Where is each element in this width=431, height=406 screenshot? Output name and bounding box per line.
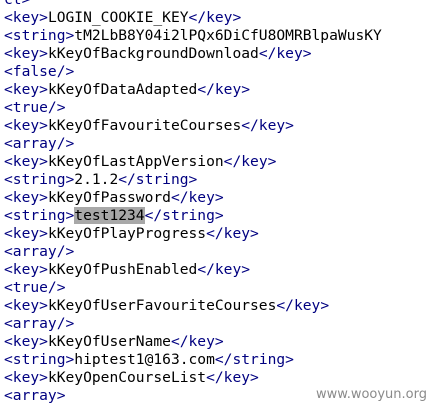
code-line: <key>LOGIN_COOKIE_KEY</key> bbox=[4, 9, 431, 27]
code-line: ct> bbox=[4, 0, 431, 9]
xml-tag: <string> bbox=[4, 351, 75, 368]
xml-text: kKeyOpenCourseList bbox=[47, 369, 207, 386]
code-line: <key>kKeyOfBackgroundDownload</key> bbox=[4, 45, 431, 63]
xml-tag: </key> bbox=[197, 81, 251, 98]
code-line: <array/> bbox=[4, 135, 431, 153]
code-line: <string>tM2LbB8Y04i2lPQx6DiCfU8OMRBlpaWu… bbox=[4, 27, 431, 45]
code-line: <key>kKeyOfUserName</key> bbox=[4, 333, 431, 351]
code-editor[interactable]: ct><key>LOGIN_COOKIE_KEY</key><string>tM… bbox=[0, 0, 431, 406]
xml-text: kKeyOfBackgroundDownload bbox=[47, 45, 259, 62]
xml-tag: <key> bbox=[4, 369, 48, 386]
xml-text: kKeyOfFavouriteCourses bbox=[47, 117, 242, 134]
xml-text: kKeyOfPassword bbox=[47, 189, 171, 206]
xml-tag: </key> bbox=[206, 225, 259, 242]
xml-tag: <array/> bbox=[4, 315, 75, 332]
xml-tag: <array/> bbox=[4, 135, 75, 152]
xml-tag: </key> bbox=[188, 9, 242, 26]
xml-tag: <array> bbox=[4, 387, 66, 404]
xml-tag: <false/> bbox=[4, 63, 75, 80]
xml-text: kKeyOfDataAdapted bbox=[47, 81, 198, 98]
xml-tag: <string> bbox=[4, 27, 75, 44]
xml-tag: </key> bbox=[258, 45, 312, 62]
code-line: <key>kKeyOfFavouriteCourses</key> bbox=[4, 117, 431, 135]
plist-code-view: ct><key>LOGIN_COOKIE_KEY</key><string>tM… bbox=[0, 0, 431, 405]
xml-text: tM2LbB8Y04i2lPQx6DiCfU8OMRBlpaWusKY bbox=[74, 27, 382, 44]
xml-text: kKeyOfLastAppVersion bbox=[47, 153, 224, 170]
xml-tag: <key> bbox=[4, 333, 48, 350]
xml-tag: <key> bbox=[4, 45, 48, 62]
code-line: <key>kKeyOpenCourseList</key> bbox=[4, 369, 431, 387]
code-line: <true/> bbox=[4, 279, 431, 297]
code-line: <string>2.1.2</string> bbox=[4, 171, 431, 189]
xml-tag: </key> bbox=[223, 153, 277, 170]
code-line: <key>kKeyOfDataAdapted</key> bbox=[4, 81, 431, 99]
xml-tag: <true/> bbox=[4, 279, 66, 296]
xml-tag: <key> bbox=[4, 81, 48, 98]
code-line: <true/> bbox=[4, 99, 431, 117]
code-line: <key>kKeyOfLastAppVersion</key> bbox=[4, 153, 431, 171]
xml-tag: </string> bbox=[214, 351, 294, 368]
code-line: <string>test1234</string> bbox=[4, 207, 431, 225]
code-line: <array/> bbox=[4, 315, 431, 333]
xml-text: LOGIN_COOKIE_KEY bbox=[47, 9, 189, 26]
xml-text: 2.1.2 bbox=[74, 171, 119, 188]
xml-tag: <array/> bbox=[4, 243, 75, 260]
code-line: <array/> bbox=[4, 243, 431, 261]
xml-tag: <string> bbox=[4, 171, 75, 188]
xml-tag: </key> bbox=[276, 297, 330, 314]
code-line: <key>kKeyOfPassword</key> bbox=[4, 189, 431, 207]
watermark: www.wooyun.org bbox=[314, 387, 428, 402]
xml-text: hiptest1@163.com bbox=[74, 351, 215, 368]
xml-tag: </key> bbox=[170, 333, 224, 350]
xml-tag: <true/> bbox=[4, 99, 66, 116]
xml-tag: <key> bbox=[4, 261, 48, 278]
xml-text: kKeyOfUserFavouriteCourses bbox=[47, 297, 277, 314]
xml-tag: </string> bbox=[144, 207, 224, 224]
xml-tag: </key> bbox=[206, 369, 259, 386]
xml-tag: </key> bbox=[241, 117, 294, 134]
xml-tag: </key> bbox=[170, 189, 224, 206]
xml-tag: </string> bbox=[118, 171, 198, 188]
xml-tag: ct> bbox=[4, 0, 30, 8]
xml-tag: <key> bbox=[4, 189, 48, 206]
selected-text: test1234 bbox=[74, 207, 145, 224]
xml-text: kKeyOfUserName bbox=[47, 333, 171, 350]
xml-tag: <key> bbox=[4, 117, 48, 134]
code-line: <key>kKeyOfUserFavouriteCourses</key> bbox=[4, 297, 431, 315]
xml-text: kKeyOfPlayProgress bbox=[47, 225, 207, 242]
code-line: <string>hiptest1@163.com</string> bbox=[4, 351, 431, 369]
xml-tag: <key> bbox=[4, 297, 48, 314]
xml-tag: <key> bbox=[4, 9, 48, 26]
xml-tag: <string> bbox=[4, 207, 75, 224]
code-line: <false/> bbox=[4, 63, 431, 81]
xml-text: kKeyOfPushEnabled bbox=[47, 261, 198, 278]
xml-tag: <key> bbox=[4, 225, 48, 242]
xml-tag: <key> bbox=[4, 153, 48, 170]
xml-tag: </key> bbox=[197, 261, 251, 278]
code-line: <key>kKeyOfPlayProgress</key> bbox=[4, 225, 431, 243]
code-line: <key>kKeyOfPushEnabled</key> bbox=[4, 261, 431, 279]
